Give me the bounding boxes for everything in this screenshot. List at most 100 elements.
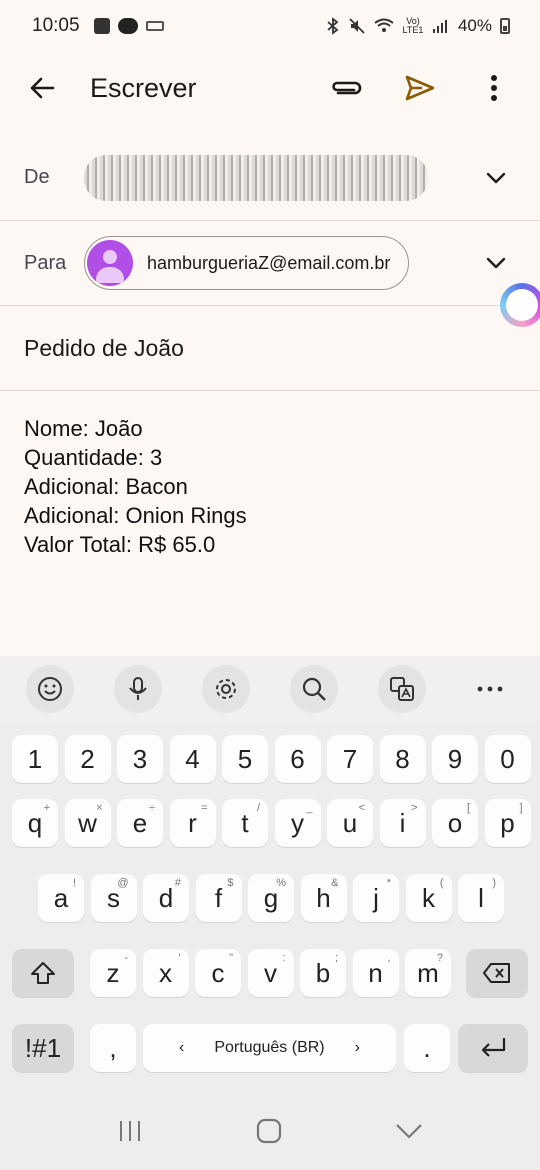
back-button[interactable] — [22, 68, 62, 108]
recipient-chip[interactable]: hamburgueriaZ@email.com.br — [84, 236, 410, 290]
body-line: Adicional: Bacon — [24, 474, 188, 499]
back-nav-button[interactable] — [395, 1123, 423, 1144]
to-expand-button[interactable] — [480, 247, 512, 279]
email-body[interactable]: Nome: João Quantidade: 3 Adicional: Baco… — [24, 414, 247, 559]
key-u[interactable]: u < — [327, 799, 373, 847]
key-label: n — [368, 957, 383, 988]
search-icon — [302, 677, 326, 701]
key-c[interactable]: c " — [195, 949, 241, 997]
enter-key[interactable] — [458, 1024, 528, 1072]
key-label: o — [447, 807, 463, 838]
translate-button[interactable] — [378, 665, 426, 713]
from-label: De — [24, 166, 50, 188]
key-secondary-label: & — [331, 877, 339, 889]
key-8[interactable]: 8 — [379, 735, 426, 783]
language-label: Português (BR) — [214, 1039, 325, 1056]
key-label: t — [241, 807, 249, 838]
key-label: 6 — [290, 743, 305, 774]
key-label: 7 — [342, 743, 358, 774]
enter-icon — [481, 1038, 506, 1057]
key-y[interactable]: y _ — [274, 799, 321, 847]
key-r[interactable]: r = — [169, 799, 216, 847]
chevron-down-icon — [486, 172, 506, 183]
voice-input-button[interactable] — [114, 665, 162, 713]
subject-field[interactable]: Pedido de João — [0, 306, 540, 391]
keyboard-search-button[interactable] — [290, 665, 338, 713]
key-f[interactable]: f $ — [195, 874, 242, 922]
send-button[interactable] — [400, 68, 440, 108]
backspace-key[interactable] — [466, 949, 528, 997]
key-q[interactable]: q + — [12, 799, 58, 847]
key-j[interactable]: j * — [353, 874, 399, 922]
key-s[interactable]: s @ — [90, 874, 137, 922]
space-key[interactable]: ‹ Português (BR) › — [143, 1024, 396, 1072]
key-label: k — [422, 882, 435, 913]
more-horiz-icon — [477, 686, 503, 692]
key-label: v — [264, 957, 277, 988]
key-secondary-label: ? — [436, 952, 443, 964]
key-a[interactable]: a! — [38, 874, 84, 922]
key-o[interactable]: o[ — [432, 799, 478, 847]
key-n[interactable]: n, — [352, 949, 399, 997]
key-m[interactable]: m? — [405, 949, 451, 997]
key-t[interactable]: t / — [222, 799, 268, 847]
from-field-row[interactable]: De — [0, 135, 540, 221]
battery-icon — [500, 18, 510, 34]
chevron-down-icon — [396, 1123, 423, 1139]
key-0[interactable]: 0 — [484, 735, 531, 783]
key-label: e — [132, 807, 148, 838]
wear-notification-icon — [117, 18, 138, 34]
attach-button[interactable] — [326, 68, 366, 108]
key-secondary-label: ] — [519, 802, 523, 814]
key-7[interactable]: 7 — [327, 735, 373, 783]
shift-key[interactable] — [12, 949, 74, 997]
key-i[interactable]: i > — [379, 799, 426, 847]
key-5[interactable]: 5 — [222, 735, 268, 783]
period-key[interactable]: . — [404, 1024, 450, 1072]
key-label: 9 — [447, 743, 463, 774]
key-l[interactable]: l) — [458, 874, 504, 922]
key-x[interactable]: x ' — [142, 949, 189, 997]
key-label: . — [423, 1032, 431, 1063]
key-v[interactable]: v: — [247, 949, 294, 997]
keyboard-more-button[interactable] — [466, 665, 514, 713]
to-field-row[interactable]: Para hamburgueriaZ@email.com.br — [0, 221, 540, 306]
key-w[interactable]: w × — [64, 799, 111, 847]
recents-button[interactable] — [117, 1119, 143, 1148]
key-secondary-label: - — [124, 952, 128, 964]
key-e[interactable]: e ÷ — [117, 799, 163, 847]
key-z[interactable]: z- — [90, 949, 136, 997]
key-2[interactable]: 2 — [64, 735, 111, 783]
key-6[interactable]: 6 — [274, 735, 321, 783]
key-4[interactable]: 4 — [169, 735, 216, 783]
more-options-button[interactable] — [474, 68, 514, 108]
key-secondary-label: % — [276, 877, 286, 889]
key-d[interactable]: d # — [143, 874, 189, 922]
key-9[interactable]: 9 — [432, 735, 478, 783]
key-g[interactable]: g% — [248, 874, 294, 922]
key-secondary-label: + — [43, 802, 50, 814]
translate-icon — [390, 677, 414, 701]
battery-percent: 40% — [457, 16, 492, 35]
key-3[interactable]: 3 — [117, 735, 163, 783]
body-line: Valor Total: R$ 65.0 — [24, 532, 216, 557]
key-label: 2 — [80, 743, 95, 774]
key-1[interactable]: 1 — [12, 735, 58, 783]
emoji-button[interactable] — [26, 665, 74, 713]
key-p[interactable]: p] — [484, 799, 531, 847]
key-secondary-label: _ — [306, 802, 313, 814]
keyboard-settings-button[interactable] — [202, 665, 250, 713]
key-h[interactable]: h & — [300, 874, 347, 922]
redacted-sender — [84, 154, 428, 201]
symbols-key[interactable]: !#1 — [12, 1024, 74, 1072]
settings-icon — [216, 679, 236, 699]
key-label: 0 — [500, 743, 515, 774]
key-b[interactable]: b; — [300, 949, 346, 997]
key-k[interactable]: k( — [405, 874, 452, 922]
from-expand-button[interactable] — [480, 162, 512, 194]
key-label: l — [478, 882, 484, 913]
home-button[interactable] — [256, 1118, 282, 1149]
key-secondary-label: / — [256, 802, 260, 814]
key-label: q — [27, 807, 43, 838]
comma-key[interactable]: , — [90, 1024, 136, 1072]
